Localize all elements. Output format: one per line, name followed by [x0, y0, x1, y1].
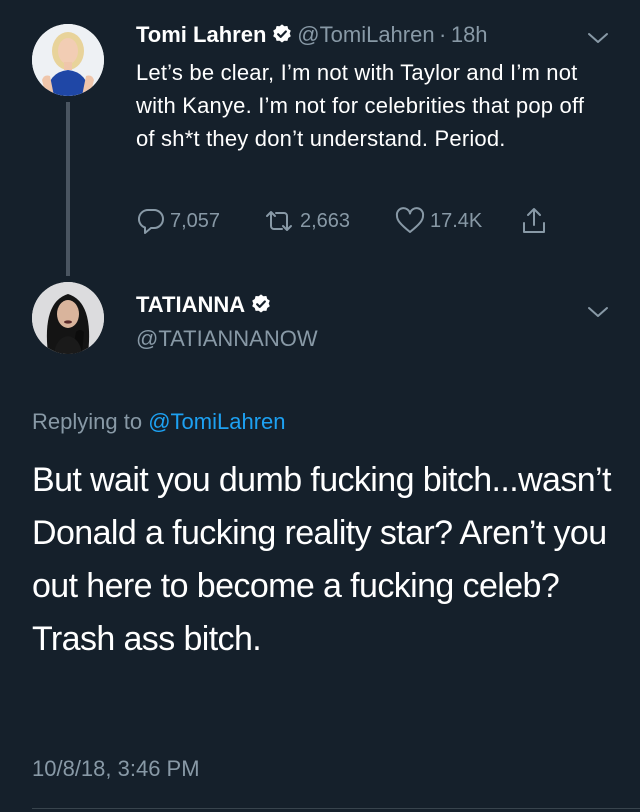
tweet-timestamp[interactable]: 10/8/18, 3:46 PM	[32, 756, 200, 782]
parent-tweet-header: Tomi Lahren @TomiLahren · 18h	[136, 22, 488, 48]
parent-time-ago[interactable]: 18h	[451, 22, 488, 47]
like-count: 17.4K	[430, 209, 483, 232]
reply-author-handle[interactable]: @TATIANNANOW	[136, 326, 318, 352]
parent-tweet-text: Let’s be clear, I’m not with Taylor and …	[136, 60, 585, 151]
chevron-down-icon[interactable]	[586, 30, 610, 46]
reply-action[interactable]: 7,057	[136, 205, 220, 237]
like-icon	[395, 207, 425, 233]
reply-count: 7,057	[170, 209, 221, 232]
bottom-divider	[32, 808, 640, 809]
avatar-photo	[32, 282, 104, 354]
avatar-photo	[32, 24, 104, 96]
reply-author-name[interactable]: TATIANNA	[136, 292, 245, 317]
verified-badge-icon	[273, 24, 291, 43]
parent-author-name[interactable]: Tomi Lahren	[136, 22, 266, 47]
share-action[interactable]	[518, 205, 554, 237]
retweet-action[interactable]: 2,663	[262, 205, 350, 237]
replying-to-prefix: Replying to	[32, 409, 143, 434]
meta-separator: ·	[439, 22, 447, 47]
retweet-icon	[266, 211, 292, 231]
replying-to-line: Replying to @TomiLahren	[32, 409, 286, 435]
reply-author-name-row: TATIANNA	[136, 292, 272, 318]
tatianna-avatar[interactable]	[32, 282, 104, 354]
chevron-down-icon[interactable]	[586, 304, 610, 320]
reply-icon	[137, 208, 164, 234]
parent-author-handle[interactable]: @TomiLahren	[297, 22, 434, 47]
like-action[interactable]: 17.4K	[394, 205, 482, 237]
verified-badge-icon	[251, 294, 270, 313]
thread-connector-line	[66, 102, 70, 276]
share-icon	[523, 208, 545, 233]
reply-tweet-text: But wait you dumb fucking bitch...wasn’t…	[32, 461, 611, 658]
tomi-lahren-avatar[interactable]	[32, 24, 104, 96]
replying-to-user-link[interactable]: @TomiLahren	[148, 409, 285, 434]
retweet-count: 2,663	[300, 209, 351, 232]
